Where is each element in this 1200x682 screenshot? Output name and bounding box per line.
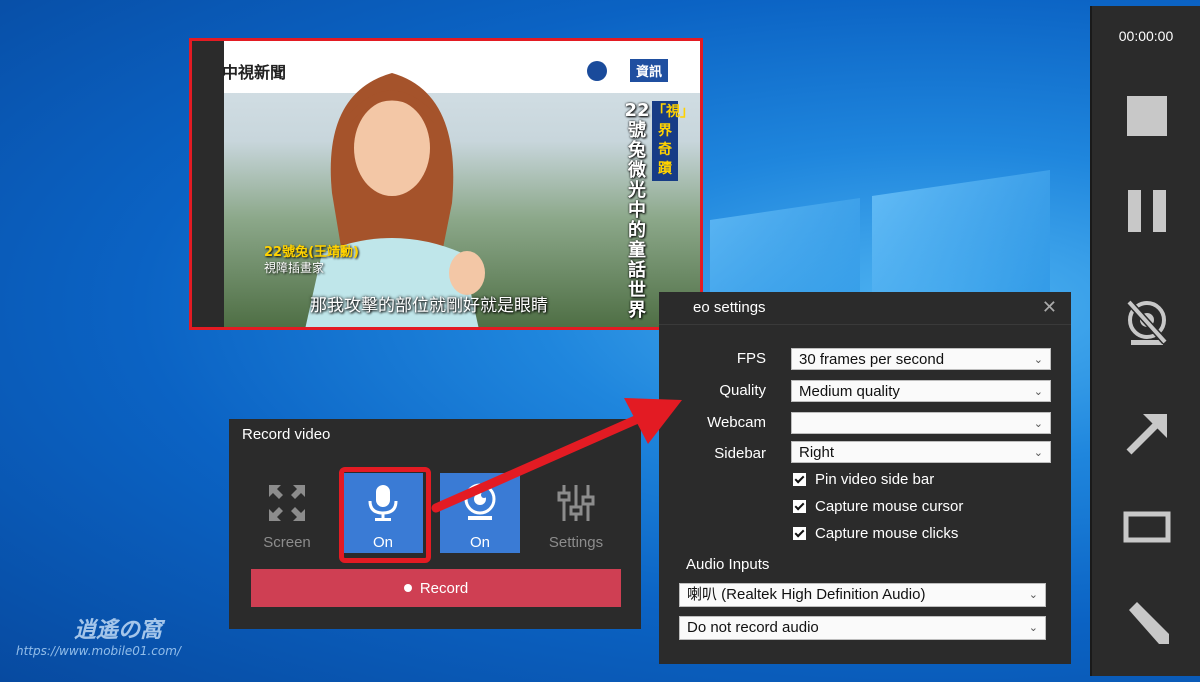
recording-timer: 00:00:00 [1118,28,1174,44]
audio-inputs-label: Audio Inputs [686,556,770,573]
fps-select[interactable]: 30 frames per second ⌄ [791,348,1051,370]
video-settings-panel: eo settings ✕ FPS 30 frames per second ⌄… [659,292,1071,664]
webcam-off-icon[interactable] [1119,296,1175,352]
checkbox-checked-icon [793,499,806,513]
settings-tile-button[interactable]: Settings [536,473,616,553]
webcam-icon [464,483,496,520]
settings-tile-label: Settings [548,534,604,551]
microphone-highlight-box [339,467,431,563]
chevron-down-icon: ⌄ [1033,354,1043,366]
chevron-down-icon: ⌄ [1033,447,1043,459]
screen-tile-button[interactable]: Screen [247,473,327,553]
video-preview: 中視新聞 資訊 22號兔 微光中的童話世界 「視」界奇蹟 22號兔(王靖勳) 視… [189,38,703,330]
pin-video-sidebar-checkbox[interactable]: Pin video side bar [793,470,934,490]
chevron-down-icon: ⌄ [1033,386,1043,398]
news-tag: 資訊 [630,59,669,82]
sidebar-select-value: Right [799,444,835,461]
checkbox-checked-icon [793,526,806,540]
close-icon[interactable]: ✕ [1042,297,1057,318]
chevron-down-icon: ⌄ [1033,418,1043,430]
presenter-name: 22號兔(王靖勳) [264,245,359,260]
record-video-panel: Record video Screen On On Settings Recor… [229,419,641,629]
webcam-label: Webcam [707,414,766,431]
site-watermark: 逍遙の窩 https://www.mobile01.com/ [16,612,181,658]
quality-label: Quality [719,382,766,399]
sidebar-label: Sidebar [714,445,766,462]
record-dot-icon [403,584,412,592]
settings-header: eo settings ✕ [659,292,1071,325]
channel-logo-icon [587,61,607,81]
recording-sidebar: 00:00:00 [1090,6,1200,676]
settings-title: eo settings [693,299,766,316]
stop-icon[interactable] [1119,88,1175,144]
quality-select-value: Medium quality [799,383,900,400]
audio-input-1-value: 喇叭 (Realtek High Definition Audio) [687,586,926,603]
pin-video-sidebar-label: Pin video side bar [815,471,935,488]
capture-mouse-clicks-checkbox[interactable]: Capture mouse clicks [793,524,958,544]
fps-select-value: 30 frames per second [799,351,945,368]
fullscreen-icon [269,485,305,521]
sliders-icon [557,485,595,521]
audio-input-2-value: Do not record audio [687,619,819,636]
show-logo: 中視新聞 [222,63,287,82]
tv-left-bar [192,41,224,327]
watermark-title: 逍遙の窩 [74,618,163,643]
pause-icon[interactable] [1119,184,1175,240]
quality-select[interactable]: Medium quality ⌄ [791,380,1051,402]
capture-mouse-cursor-label: Capture mouse cursor [815,498,964,515]
audio-input-1-select[interactable]: 喇叭 (Realtek High Definition Audio) ⌄ [679,583,1046,607]
watermark-url: https://www.mobile01.com/ [16,644,181,658]
webcam-select[interactable]: ⌄ [791,412,1051,434]
capture-mouse-cursor-checkbox[interactable]: Capture mouse cursor [793,497,963,517]
audio-input-2-select[interactable]: Do not record audio ⌄ [679,616,1046,640]
sidebar-select[interactable]: Right ⌄ [791,441,1051,463]
arrow-icon[interactable] [1119,406,1175,462]
vertical-title: 22號兔 微光中的童話世界 [624,100,650,321]
checkbox-checked-icon [793,472,806,486]
chevron-down-icon: ⌄ [1028,589,1038,601]
screen-tile-label: Screen [263,534,311,551]
record-panel-title: Record video [242,426,331,443]
presenter-role: 視障插畫家 [264,261,325,275]
record-button[interactable]: Record [251,569,621,607]
chevron-down-icon: ⌄ [1028,622,1038,634]
fps-label: FPS [736,350,766,367]
record-button-label: Record [419,579,469,597]
presenter-figure [305,73,485,327]
webcam-tile-label: On [469,534,490,551]
capture-mouse-clicks-label: Capture mouse clicks [815,525,959,542]
video-subtitle: 那我攻擊的部位就剛好就是眼睛 [310,296,548,316]
pen-icon[interactable] [1119,596,1175,652]
webcam-tile-button[interactable]: On [440,473,520,553]
rectangle-icon[interactable] [1119,500,1175,556]
vertical-title-banner: 「視」界奇蹟 [652,101,694,181]
